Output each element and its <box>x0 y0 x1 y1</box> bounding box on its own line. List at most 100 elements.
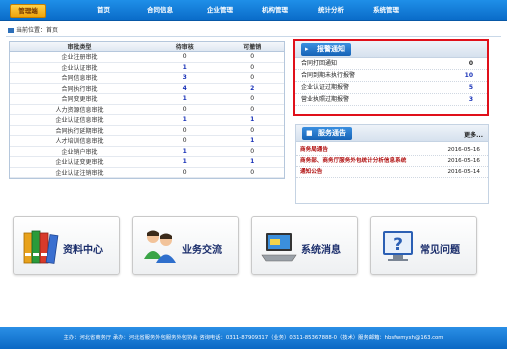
table-row[interactable]: 合同变更审批 1 0 <box>10 93 284 105</box>
approval-type-cell: 企业认证注销审批 <box>10 167 149 178</box>
alert-panel-title: ▸ 报警通知 <box>301 43 351 56</box>
alert-item-count: 3 <box>468 96 473 103</box>
table-row[interactable]: 合同执行审批 4 2 <box>10 83 284 94</box>
column-header-pending: 待审核 <box>148 42 221 52</box>
service-title-text: 服务通告 <box>318 129 346 137</box>
breadcrumb: 当前位置：首页 <box>8 26 58 35</box>
column-header-revocable: 可撤销 <box>220 42 284 52</box>
approval-type-cell: 合同执行延期审批 <box>10 125 149 136</box>
faq-label: 常见问题 <box>420 245 460 256</box>
approval-type-cell: 企业认证审批 <box>10 62 149 73</box>
approval-type-cell: 企业认证信息审批 <box>10 114 149 126</box>
alert-item-label: 营业执照过期报警 <box>301 96 350 103</box>
more-link[interactable]: 更多... <box>464 130 483 139</box>
business-exchange-label: 业务交流 <box>182 245 222 256</box>
revocable-count-cell: 0 <box>220 167 284 178</box>
notice-title-link[interactable]: 商务部、商务厅服务外包统计分析信息系统 <box>300 158 406 164</box>
alert-item-label: 合同到期未执行报警 <box>301 72 356 79</box>
notice-item[interactable]: 商务部、商务厅服务外包统计分析信息系统 2016-05-16 <box>296 156 488 167</box>
divider <box>6 36 501 37</box>
alert-item[interactable]: 合同打回通知 0 <box>295 58 487 70</box>
table-row[interactable]: 企业注册审批 0 0 <box>10 51 284 63</box>
business-exchange-button[interactable]: 业务交流 <box>132 216 239 275</box>
question-icon: ? <box>383 231 413 261</box>
pending-count-cell: 1 <box>148 93 221 105</box>
alert-title-text: 报警通知 <box>317 45 345 53</box>
revocable-count-cell: 0 <box>220 51 284 63</box>
alert-item-count: 5 <box>468 84 473 91</box>
alert-item[interactable]: 营业执照过期报警 3 <box>295 94 487 106</box>
revocable-count-cell: 0 <box>220 104 284 115</box>
approval-type-cell: 人才培训信息审批 <box>10 135 149 147</box>
pending-count-cell: 0 <box>148 125 221 136</box>
notice-date: 2016-05-16 <box>447 158 480 164</box>
nav-item-contracts[interactable]: 合同信息 <box>147 4 173 17</box>
system-message-label: 系统消息 <box>301 245 341 256</box>
revocable-count-cell: 0 <box>220 62 284 73</box>
revocable-count-cell: 0 <box>220 72 284 84</box>
approval-type-cell: 合同变更审批 <box>10 93 149 105</box>
approval-type-cell: 合同执行审批 <box>10 83 149 94</box>
pending-count-cell: 0 <box>148 167 221 178</box>
footer: 主办：河北省商务厅 承办：河北省服务外包服务外包协会 咨询电话：0311-879… <box>0 327 507 349</box>
table-row[interactable]: 企业认证信息审批 1 1 <box>10 114 284 126</box>
approval-type-cell: 人力资源信息审批 <box>10 104 149 115</box>
pending-count-cell: 1 <box>148 146 221 157</box>
service-notice-panel: ■ 服务通告 更多... 商务局通告 2016-05-16 商务部、商务厅服务外包统计… <box>295 124 489 204</box>
document-icon: ■ <box>306 129 313 137</box>
breadcrumb-text: 当前位置：首页 <box>16 27 59 34</box>
nav-item-enterprises[interactable]: 企业管理 <box>207 4 233 17</box>
pending-count-cell: 1 <box>148 114 221 126</box>
table-row[interactable]: 企业销户审批 1 0 <box>10 146 284 157</box>
pending-count-cell: 1 <box>148 156 221 168</box>
approval-type-cell: 企业认证变更审批 <box>10 156 149 168</box>
notice-date: 2016-05-16 <box>447 147 480 153</box>
alert-item[interactable]: 企业认证过期报警 5 <box>295 82 487 94</box>
alert-item[interactable]: 合同到期未执行报警 10 <box>295 70 487 82</box>
revocable-count-cell: 0 <box>220 125 284 136</box>
notice-title-link[interactable]: 商务局通告 <box>300 147 328 153</box>
nav-item-statistics[interactable]: 统计分析 <box>318 4 344 17</box>
table-row[interactable]: 人才培训信息审批 0 1 <box>10 135 284 147</box>
logo-tab[interactable]: 管理端 <box>10 4 46 18</box>
binders-icon <box>23 230 59 264</box>
alert-item-count: 0 <box>468 60 473 67</box>
alert-item-label: 企业认证过期报警 <box>301 84 350 91</box>
pending-count-cell: 4 <box>148 83 221 94</box>
pending-count-cell: 3 <box>148 72 221 84</box>
nav-item-home[interactable]: 首页 <box>97 4 110 17</box>
service-panel-header: ■ 服务通告 更多... <box>296 125 488 142</box>
notice-item[interactable]: 通知公告 2016-05-14 <box>296 167 488 178</box>
top-nav: 管理端 首页 合同信息 企业管理 机构管理 统计分析 系统管理 <box>0 0 507 21</box>
approval-table: 审批类型 待审核 可撤销 企业注册审批 0 0 企业认证审批 1 0 合同信息审批 3 0 合同执… <box>9 41 285 179</box>
laptop-icon <box>261 233 297 262</box>
revocable-count-cell: 1 <box>220 135 284 147</box>
pending-count-cell: 0 <box>148 104 221 115</box>
alert-panel: ▸ 报警通知 合同打回通知 0 合同到期未执行报警 10 企业认证过期报警 5 营业执照过期报… <box>293 39 489 116</box>
notice-title-link[interactable]: 通知公告 <box>300 169 322 175</box>
table-row[interactable]: 企业认证变更审批 1 1 <box>10 156 284 168</box>
service-panel-title: ■ 服务通告 <box>302 127 352 140</box>
notice-item[interactable]: 商务局通告 2016-05-16 <box>296 145 488 156</box>
pending-count-cell: 0 <box>148 51 221 63</box>
home-icon <box>8 28 14 33</box>
faq-button[interactable]: ? 常见问题 <box>370 216 477 275</box>
table-row[interactable]: 合同执行延期审批 0 0 <box>10 125 284 136</box>
resource-center-button[interactable]: 资料中心 <box>13 216 120 275</box>
nav-item-system[interactable]: 系统管理 <box>373 4 399 17</box>
alert-item-count: 10 <box>464 72 473 79</box>
resource-center-label: 资料中心 <box>63 245 103 256</box>
system-message-button[interactable]: 系统消息 <box>251 216 358 275</box>
revocable-count-cell: 0 <box>220 146 284 157</box>
speaker-icon: ▸ <box>305 45 309 53</box>
pending-count-cell: 1 <box>148 62 221 73</box>
table-row[interactable]: 人力资源信息审批 0 0 <box>10 104 284 115</box>
revocable-count-cell: 1 <box>220 156 284 168</box>
table-row[interactable]: 合同信息审批 3 0 <box>10 72 284 84</box>
approval-type-cell: 企业销户审批 <box>10 146 149 157</box>
column-header-type: 审批类型 <box>10 42 149 52</box>
nav-item-institutions[interactable]: 机构管理 <box>262 4 288 17</box>
table-row[interactable]: 企业认证审批 1 0 <box>10 62 284 73</box>
pending-count-cell: 0 <box>148 135 221 147</box>
table-row[interactable]: 企业认证注销审批 0 0 <box>10 167 284 178</box>
